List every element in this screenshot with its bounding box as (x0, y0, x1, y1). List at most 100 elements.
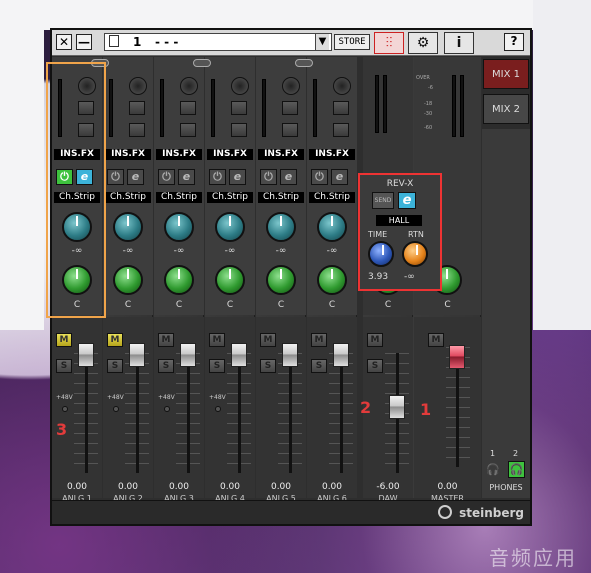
mute-button[interactable]: M (107, 333, 123, 347)
volume-fader[interactable] (333, 343, 349, 367)
solo-button[interactable]: S (367, 359, 383, 373)
input-type-icon[interactable] (333, 77, 351, 95)
phantom-indicator[interactable] (164, 406, 170, 412)
ch-strip-label[interactable]: Ch.Strip (156, 192, 202, 203)
send-knob[interactable] (215, 212, 245, 242)
phantom-indicator[interactable] (113, 406, 119, 412)
pan-value: C (175, 300, 183, 310)
hpf-button[interactable] (231, 101, 247, 115)
volume-value: 0.00 (321, 482, 343, 492)
ins-fx-label[interactable]: INS.FX (207, 149, 253, 160)
phase-button[interactable] (180, 123, 196, 137)
rev-x-edit-button[interactable]: e (398, 192, 416, 209)
scene-field[interactable]: 1 - - - ▼ (104, 33, 332, 51)
tab-mix-1[interactable]: MIX 1 (483, 59, 529, 89)
master-volume-fader[interactable] (449, 345, 465, 369)
pan-knob[interactable] (317, 265, 347, 295)
reverb-time-knob[interactable] (368, 241, 394, 267)
volume-fader[interactable] (78, 343, 94, 367)
pan-knob[interactable] (266, 265, 296, 295)
hpf-button[interactable] (129, 101, 145, 115)
info-icon: i (456, 35, 462, 51)
hpf-button[interactable] (282, 101, 298, 115)
mute-button[interactable]: M (209, 333, 225, 347)
pan-knob[interactable] (164, 265, 194, 295)
solo-button[interactable]: S (311, 359, 327, 373)
close-button[interactable]: ✕ (56, 34, 72, 50)
info-tab[interactable]: i (444, 32, 474, 54)
phase-button[interactable] (333, 123, 349, 137)
mute-button[interactable]: M (260, 333, 276, 347)
footer: steinberg (52, 500, 530, 524)
edit-button[interactable]: e (280, 169, 297, 185)
phones-label: PHONES (489, 483, 523, 492)
headphones-icon[interactable]: 🎧 (508, 461, 525, 478)
send-knob[interactable] (164, 212, 194, 242)
solo-button[interactable]: S (158, 359, 174, 373)
reverb-return-knob[interactable] (402, 241, 428, 267)
mute-button[interactable]: M (367, 333, 383, 347)
ins-fx-label[interactable]: INS.FX (105, 149, 151, 160)
phantom-indicator[interactable] (215, 406, 221, 412)
hpf-button[interactable] (333, 101, 349, 115)
ch-strip-label[interactable]: Ch.Strip (105, 192, 151, 203)
stereo-link-icon[interactable] (193, 59, 211, 67)
mute-button[interactable]: M (56, 333, 72, 347)
volume-fader[interactable] (389, 395, 405, 419)
tab-mix-2[interactable]: MIX 2 (483, 94, 529, 124)
minimize-button[interactable]: — (76, 34, 92, 50)
send-knob[interactable] (317, 212, 347, 242)
rtn-label: RTN (408, 230, 424, 239)
send-knob[interactable] (266, 212, 296, 242)
pan-knob[interactable] (215, 265, 245, 295)
mute-button[interactable]: M (158, 333, 174, 347)
power-button[interactable]: ⏻ (260, 169, 277, 185)
mixer-tab[interactable]: ⫶⫶ (374, 32, 404, 54)
edit-button[interactable]: e (127, 169, 144, 185)
phase-button[interactable] (231, 123, 247, 137)
ch-strip-label[interactable]: Ch.Strip (258, 192, 304, 203)
ins-fx-label[interactable]: INS.FX (156, 149, 202, 160)
master-mute-button[interactable]: M (428, 333, 444, 347)
channel-anlg3: INS.FX ⏻ e Ch.Strip -∞ C M S +48V 0.00 A… (154, 57, 204, 503)
mixer-window: ✕ — 1 - - - ▼ STORE ⫶⫶ ⚙ i ? INS.FX ⏻ e … (50, 28, 532, 526)
solo-button[interactable]: S (260, 359, 276, 373)
volume-fader[interactable] (231, 343, 247, 367)
input-type-icon[interactable] (231, 77, 249, 95)
power-button[interactable]: ⏻ (158, 169, 175, 185)
edit-button[interactable]: e (178, 169, 195, 185)
chevron-down-icon[interactable]: ▼ (315, 34, 329, 50)
settings-tab[interactable]: ⚙ (408, 32, 438, 54)
stereo-link-icon[interactable] (295, 59, 313, 67)
ins-fx-label[interactable]: INS.FX (309, 149, 355, 160)
ch-strip-label[interactable]: Ch.Strip (309, 192, 355, 203)
ins-fx-label[interactable]: INS.FX (258, 149, 304, 160)
power-button[interactable]: ⏻ (107, 169, 124, 185)
edit-button[interactable]: e (229, 169, 246, 185)
edit-button[interactable]: e (331, 169, 348, 185)
volume-fader[interactable] (180, 343, 196, 367)
solo-button[interactable]: S (56, 359, 72, 373)
help-button[interactable]: ? (504, 33, 524, 51)
power-button[interactable]: ⏻ (311, 169, 328, 185)
solo-button[interactable]: S (209, 359, 225, 373)
ch-strip-label[interactable]: Ch.Strip (207, 192, 253, 203)
input-type-icon[interactable] (282, 77, 300, 95)
hpf-button[interactable] (180, 101, 196, 115)
store-button[interactable]: STORE (334, 34, 370, 50)
phase-button[interactable] (282, 123, 298, 137)
mute-button[interactable]: M (311, 333, 327, 347)
power-button[interactable]: ⏻ (209, 169, 226, 185)
phase-button[interactable] (129, 123, 145, 137)
volume-fader[interactable] (129, 343, 145, 367)
solo-button[interactable]: S (107, 359, 123, 373)
send-button[interactable]: SEND (372, 192, 394, 209)
pan-knob[interactable] (113, 265, 143, 295)
volume-fader[interactable] (282, 343, 298, 367)
input-type-icon[interactable] (129, 77, 147, 95)
reverb-type[interactable]: HALL (376, 215, 422, 226)
send-knob[interactable] (113, 212, 143, 242)
phantom-indicator[interactable] (62, 406, 68, 412)
input-type-icon[interactable] (180, 77, 198, 95)
headphones-icon[interactable]: 🎧 (486, 463, 500, 477)
